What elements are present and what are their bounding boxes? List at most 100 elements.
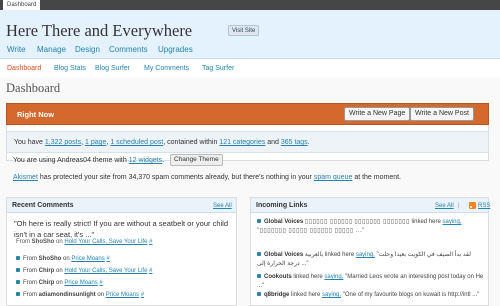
link-bullet-icon (257, 252, 261, 257)
page-title: Dashboard (6, 81, 61, 95)
link-source-title-cont[interactable]: ▯▯▯▯▯▯▯ ▯▯▯▯▯▯▯ (354, 219, 409, 225)
incoming-links-panel: Incoming Links See All | RSS Global Voic… (250, 197, 490, 306)
subnav-dashboard[interactable]: Dashboard (7, 65, 41, 72)
stats-and: and (267, 139, 279, 146)
comment-author[interactable]: Chirp (39, 268, 55, 274)
change-theme-button[interactable]: Change Theme (170, 154, 223, 166)
comment-author[interactable]: adiamondinsunlight (39, 292, 96, 298)
comment-permalink[interactable]: # (149, 239, 152, 245)
stats-sep: , (106, 139, 109, 146)
comment-on: on (56, 268, 63, 274)
link-bullet-icon (257, 274, 261, 279)
comment-bullet-icon (16, 292, 20, 297)
site-title[interactable]: Here There and Everywhere (6, 21, 192, 41)
link-source[interactable]: q8bridge (264, 292, 289, 298)
rss-link[interactable]: RSS (478, 203, 490, 209)
comment-post-link[interactable]: Price Moans (64, 280, 97, 286)
nav-write[interactable]: Write (7, 45, 26, 54)
comment-from: From (23, 280, 37, 286)
list-item: From ShoSho on Price Moans # (16, 256, 110, 262)
incoming-links-header: Incoming Links See All | RSS (251, 198, 490, 213)
link-linked-here: linked here (411, 219, 441, 225)
stats-contained: , contained within (163, 139, 218, 146)
link-source-title[interactable]: بالعربية (305, 252, 323, 258)
link-source[interactable]: Global Voices (264, 252, 303, 258)
link-saying[interactable]: saying, (442, 219, 461, 225)
link-linked-here: linked here (291, 292, 321, 298)
comment-bullet-icon (16, 256, 20, 261)
stats-sep: , (81, 139, 84, 146)
write-new-post-button[interactable]: Write a New Post (410, 107, 474, 121)
link-excerpt: "▯▯▯▯▯▯▯ ▯▯▯▯▯ ▯▯▯▯▯▯ ▯▯▯▯▯ ..." (257, 228, 365, 234)
subnav-blog-stats[interactable]: Blog Stats (54, 65, 86, 72)
theme-end: . (162, 157, 165, 164)
sub-nav: Dashboard Blog Stats Blog Surfer My Comm… (0, 59, 500, 77)
nav-design[interactable]: Design (75, 45, 100, 54)
comment-author[interactable]: Chirp (39, 280, 55, 286)
link-saying[interactable]: saying, (356, 252, 375, 258)
akismet-line: Akismet has protected your site from 34,… (13, 174, 401, 181)
main-nav: Write Manage Design Comments Upgrades (0, 40, 500, 59)
site-header: Here There and Everywhere Visit Site (0, 10, 500, 40)
comment-permalink[interactable]: # (141, 292, 144, 298)
list-item: From adiamondinsunlight on Price Moans # (16, 292, 144, 298)
akismet-text: has protected your site from 34,370 spam… (39, 174, 312, 181)
recent-comments-panel: Recent Comments See All "Oh here is real… (6, 197, 237, 306)
akismet-link[interactable]: Akismet (13, 174, 38, 181)
link-bullet-icon (257, 219, 261, 224)
comment-on: on (56, 239, 63, 245)
comment-on: on (63, 256, 70, 262)
comment-permalink[interactable]: # (149, 268, 152, 274)
categories-count-link[interactable]: 121 categories (219, 139, 265, 146)
akismet-end: at the moment. (354, 174, 402, 181)
link-source[interactable]: Cookouts (264, 274, 292, 280)
scheduled-post-link[interactable]: 1 scheduled post (110, 139, 163, 146)
recent-comments-header: Recent Comments See All (7, 198, 236, 213)
subnav-tag-surfer[interactable]: Tag Surfer (202, 65, 234, 72)
stats-you-have: You have (14, 139, 43, 146)
links-see-all-link[interactable]: See All (435, 203, 454, 209)
comment-excerpt[interactable]: "Oh here is really strict! If you are wi… (14, 218, 229, 240)
subnav-my-comments[interactable]: My Comments (144, 65, 189, 72)
comment-author[interactable]: ShoSho (32, 239, 55, 245)
comment-post-link[interactable]: Price Moans (71, 256, 104, 262)
link-bullet-icon (257, 292, 261, 297)
nav-manage[interactable]: Manage (37, 45, 66, 54)
right-now-title: Right Now (17, 110, 55, 119)
comment-bullet-icon (16, 268, 20, 273)
theme-line: You are using Andreas04 theme with 12 wi… (13, 157, 164, 164)
comment-post-link[interactable]: Price Moans (106, 292, 139, 298)
stats-line: You have 1,322 posts, 1 page, 1 schedule… (14, 139, 310, 146)
comment-post-link[interactable]: Hold Your Calls, Save Your Life (64, 268, 147, 274)
link-linked-here: linked here (293, 274, 323, 280)
tags-count-link[interactable]: 365 tags (281, 139, 308, 146)
write-new-page-button[interactable]: Write a New Page (344, 107, 411, 121)
comment-on: on (97, 292, 105, 298)
comment-from: From (23, 256, 37, 262)
link-saying[interactable]: saying, (322, 292, 341, 298)
comment-from: From (16, 239, 30, 245)
rss-icon[interactable] (469, 202, 476, 209)
spam-queue-link[interactable]: spam queue (314, 174, 353, 181)
pages-count-link[interactable]: 1 page (85, 139, 106, 146)
posts-count-link[interactable]: 1,322 posts (45, 139, 81, 146)
nav-upgrades[interactable]: Upgrades (158, 45, 193, 54)
link-source[interactable]: Global Voices (264, 219, 303, 225)
widgets-link[interactable]: 12 widgets (129, 157, 162, 164)
comments-see-all-link[interactable]: See All (213, 203, 232, 209)
list-item: From Chirp on Price Moans # (16, 280, 103, 286)
comment-permalink[interactable]: # (99, 280, 102, 286)
comment-author[interactable]: ShoSho (39, 256, 62, 262)
comment-from: From (23, 292, 37, 298)
content-stats: You have 1,322 posts, 1 page, 1 schedule… (6, 131, 489, 153)
subnav-blog-surfer[interactable]: Blog Surfer (95, 65, 130, 72)
dashboard-tab[interactable]: Dashboard (3, 0, 41, 10)
comment-permalink[interactable]: # (106, 256, 109, 262)
comment-post-link[interactable]: Hold Your Calls, Save Your Life (64, 239, 147, 245)
nav-comments[interactable]: Comments (109, 45, 148, 54)
link-source-title[interactable]: ▯▯▯▯▯▯ ▯▯▯▯▯▯ (305, 219, 353, 225)
theme-text: You are using Andreas04 theme with (13, 157, 127, 164)
link-saying[interactable]: saying, (324, 274, 343, 280)
recent-comments-title: Recent Comments (12, 202, 74, 209)
visit-site-button[interactable]: Visit Site (228, 25, 260, 36)
